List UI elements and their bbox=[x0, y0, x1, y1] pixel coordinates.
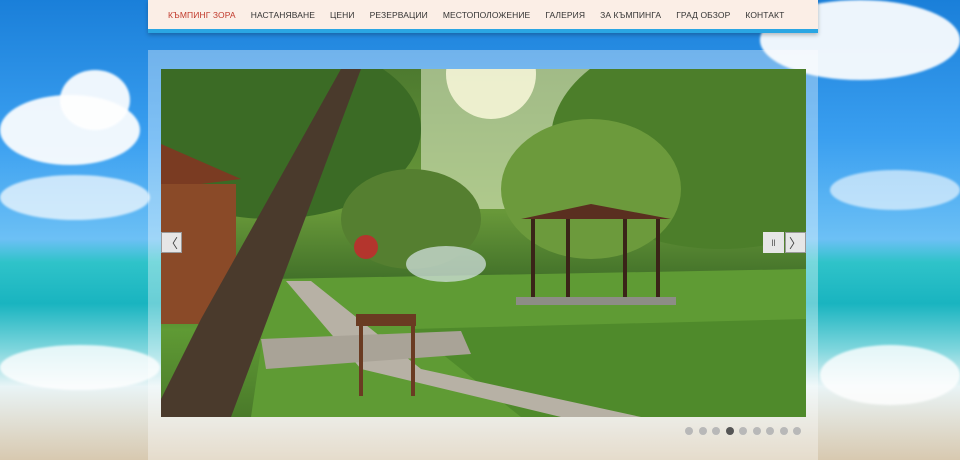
nav-item-contact[interactable]: КОНТАКТ bbox=[745, 10, 784, 20]
nav-item-town-overview[interactable]: ГРАД ОБЗОР bbox=[676, 10, 730, 20]
slider-dot-7[interactable] bbox=[766, 427, 774, 435]
slider-pagination bbox=[685, 427, 807, 435]
slider-dot-5[interactable] bbox=[739, 427, 747, 435]
chevron-right-icon: 〉 bbox=[788, 236, 802, 251]
slider-pause-button[interactable]: ll bbox=[763, 232, 784, 253]
slider-dot-4[interactable] bbox=[725, 427, 734, 435]
nav-item-about[interactable]: ЗА КЪМПИНГА bbox=[600, 10, 661, 20]
slider-dot-3[interactable] bbox=[712, 427, 720, 435]
slider-dot-9[interactable] bbox=[793, 427, 801, 435]
slider-dot-1[interactable] bbox=[685, 427, 693, 435]
nav-brand-link[interactable]: КЪМПИНГ ЗОРА bbox=[168, 10, 236, 20]
chevron-left-icon: 〈 bbox=[164, 236, 178, 251]
campsite-garden-illustration bbox=[161, 69, 806, 417]
slider-dot-6[interactable] bbox=[752, 427, 761, 435]
slider-prev-button[interactable]: 〈 bbox=[161, 232, 182, 253]
nav-item-location[interactable]: МЕСТОПОЛОЖЕНИЕ bbox=[443, 10, 531, 20]
slider-dot-8[interactable] bbox=[779, 427, 788, 435]
slide-image-campsite-garden bbox=[161, 69, 806, 417]
nav-item-reservations[interactable]: РЕЗЕРВАЦИИ bbox=[370, 10, 428, 20]
slider-dot-2[interactable] bbox=[698, 427, 707, 435]
nav-item-gallery[interactable]: ГАЛЕРИЯ bbox=[545, 10, 585, 20]
slider-next-button[interactable]: 〉 bbox=[785, 232, 806, 253]
top-navbar: КЪМПИНГ ЗОРА НАСТАНЯВАНЕ ЦЕНИ РЕЗЕРВАЦИИ… bbox=[148, 0, 818, 33]
pause-icon: ll bbox=[771, 237, 776, 248]
nav-item-prices[interactable]: ЦЕНИ bbox=[330, 10, 355, 20]
nav-item-accommodation[interactable]: НАСТАНЯВАНЕ bbox=[251, 10, 315, 20]
